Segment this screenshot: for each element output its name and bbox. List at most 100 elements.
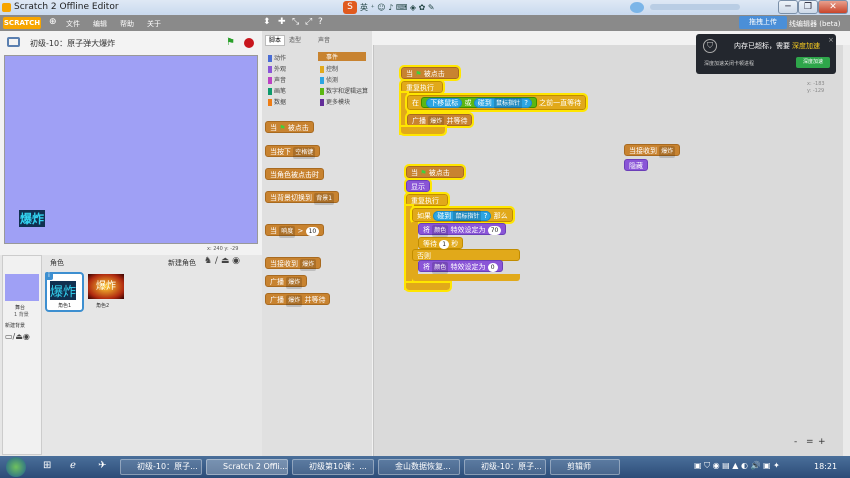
zoom-out-button[interactable]: - <box>794 437 797 447</box>
duplicate-icon[interactable]: ⬍ <box>263 17 271 27</box>
flag-icon: ⚑ <box>279 124 286 132</box>
s2-wait[interactable]: 等待 1 秒 <box>418 237 464 249</box>
upload-button[interactable]: 拖拽上传 <box>739 16 787 29</box>
block-palette: 脚本 造型 声音 动作 事件 外观 控制 声音 侦测 画笔 数字和逻辑运算 数据… <box>262 31 372 456</box>
scripts-scrollbar[interactable] <box>843 45 850 456</box>
cat-data[interactable]: 数据 <box>268 97 286 106</box>
globe-icon[interactable]: ⊕ <box>49 17 57 27</box>
task-folder[interactable]: 初级-10：原子... <box>120 459 202 475</box>
s1-when-flag-clicked[interactable]: 当 ⚑ 被点击 <box>399 65 461 81</box>
s2-show[interactable]: 显示 <box>404 178 432 194</box>
tab-sounds[interactable]: 声音 <box>318 35 330 44</box>
tray-icons[interactable]: ▣ ⛉ ◉ ▤ ▲ ◐ 🔊 ▣ ✦ <box>694 461 780 471</box>
s2-set-effect-0[interactable]: 将 颜色 特效设定为 0 <box>418 260 503 274</box>
task-ppt[interactable]: 初级第10课：... <box>292 459 374 475</box>
s1-or-block[interactable]: 下移鼠标 或 碰到 鼠标指针 ? <box>421 97 537 109</box>
sprite-bang-text[interactable]: 爆炸 <box>19 210 46 227</box>
sprites-header: 角色 <box>50 259 64 267</box>
shrink-icon[interactable]: ⤢ <box>305 17 312 27</box>
sprite-tile-1[interactable]: i 爆炸 角色1 <box>45 272 84 312</box>
cut-icon[interactable]: ✚ <box>278 17 286 27</box>
mouse-x: x: -183 <box>807 81 825 87</box>
s2-forever-end <box>404 281 452 292</box>
cat-more-blocks[interactable]: 更多模块 <box>320 97 350 106</box>
task-folder-2[interactable]: 初级-10：原子... <box>464 459 546 475</box>
flag-icon: ⚑ <box>420 169 427 177</box>
clock[interactable]: 18:21 <box>814 462 837 471</box>
s2-when-flag-clicked[interactable]: 当 ⚑ 被点击 <box>404 164 466 180</box>
close-button[interactable]: ✕ <box>818 0 848 14</box>
stage-label: 舞台 <box>15 305 26 311</box>
block-when-receive[interactable]: 当接收到 爆炸 <box>265 257 322 271</box>
s3-when-receive[interactable]: 当接收到 爆炸 <box>624 144 681 158</box>
s2-if-end <box>412 274 520 281</box>
baidu-icon[interactable] <box>630 2 644 13</box>
s3-hide[interactable]: 隐藏 <box>624 159 648 171</box>
s1-forever[interactable]: 重复执行 <box>399 79 445 95</box>
ime-toolbar[interactable]: 英 ⁺ ☺ ♪ ⌨ ◈ ✿ ✎ <box>360 2 435 13</box>
menu-file[interactable]: 文件 <box>66 19 80 29</box>
task-recovery[interactable]: 金山数据恢复... <box>378 459 460 475</box>
sogou-ime-icon[interactable]: S <box>343 1 357 14</box>
cat-control[interactable]: 控制 <box>320 64 338 73</box>
ie-icon[interactable]: ℯ <box>70 460 76 471</box>
s2-set-effect-70[interactable]: 将 颜色 特效设定为 70 <box>418 223 507 237</box>
sprite-info-icon[interactable]: i <box>45 272 53 280</box>
task-editor[interactable]: 剪辑师 <box>550 459 620 475</box>
menu-help[interactable]: 帮助 <box>120 19 134 29</box>
cat-operators[interactable]: 数字和逻辑运算 <box>320 86 368 95</box>
minimize-button[interactable]: ─ <box>778 0 798 14</box>
block-broadcast-and-wait[interactable]: 广播 爆炸 并等待 <box>265 293 331 307</box>
menu-bar: SCRATCH ⊕ 文件 编辑 帮助 关于 ⬍ ✚ ⤡ ⤢ ? 拖拽上传 线编辑… <box>0 15 850 31</box>
stop-icon[interactable] <box>244 38 254 48</box>
scripts-area[interactable]: x: -183 y: -129 当 ⚑ 被点击 重复执行 在 下移鼠标 或 碰到… <box>373 45 843 456</box>
block-when-loudness[interactable]: 当 响度 > 10 <box>265 224 325 238</box>
sprite-tile-2[interactable]: 爆炸 角色2 <box>87 272 126 312</box>
tab-costumes[interactable]: 造型 <box>289 35 301 44</box>
cat-looks[interactable]: 外观 <box>268 64 286 73</box>
help-icon[interactable]: ? <box>318 17 323 27</box>
upload-label: 拖拽上传 <box>749 18 777 26</box>
cat-sound[interactable]: 声音 <box>268 75 286 84</box>
cat-sensing[interactable]: 侦测 <box>320 75 338 84</box>
grow-icon[interactable]: ⤡ <box>292 17 299 27</box>
backdrop-tools-icons[interactable]: ▭/⏏◉ <box>5 332 30 341</box>
start-button[interactable] <box>6 457 26 477</box>
block-when-sprite-clicked[interactable]: 当角色被点击时 <box>265 168 324 180</box>
block-when-key-pressed[interactable]: 当按下 空格键 <box>265 145 321 159</box>
cat-events[interactable]: 事件 <box>318 52 366 61</box>
fullscreen-icon[interactable] <box>7 37 20 47</box>
zoom-reset-button[interactable]: = <box>806 437 814 447</box>
title-bar: Scratch 2 Offline Editor S 英 ⁺ ☺ ♪ ⌨ ◈ ✿… <box>0 0 850 15</box>
bird-icon[interactable]: ✈ <box>98 460 106 471</box>
explorer-icon[interactable]: ⊞ <box>43 460 51 471</box>
toast-link[interactable]: 深度加速 <box>792 41 820 51</box>
tab-scripts[interactable]: 脚本 <box>265 35 285 46</box>
block-when-flag-clicked[interactable]: 当 ⚑ 被点击 <box>265 121 314 133</box>
sprite-2-name: 角色2 <box>96 303 110 309</box>
new-backdrop-label: 新建背景 <box>5 323 26 329</box>
block-broadcast[interactable]: 广播 爆炸 <box>265 275 308 289</box>
stage-thumbnail[interactable] <box>5 274 39 301</box>
cat-pen[interactable]: 画笔 <box>268 86 286 95</box>
green-flag-icon[interactable]: ⚑ <box>226 37 235 48</box>
toast-accelerate-button[interactable]: 深度加速 <box>796 57 830 68</box>
zoom-in-button[interactable]: + <box>818 437 826 447</box>
menu-about[interactable]: 关于 <box>147 19 161 29</box>
toast-close-icon[interactable]: × <box>828 36 834 44</box>
stage-canvas[interactable]: 爆炸 <box>4 55 258 244</box>
block-when-backdrop-switches[interactable]: 当背景切换到 背景1 <box>265 191 340 205</box>
s1-broadcast-wait[interactable]: 广播 爆炸 并等待 <box>404 112 475 128</box>
menu-edit[interactable]: 编辑 <box>93 19 107 29</box>
new-sprite-tools-icons[interactable]: ♞ / ⏏ ◉ <box>204 256 240 266</box>
s2-if-else[interactable]: 如果 碰到 鼠标指针 ? 那么 <box>410 206 515 224</box>
project-title[interactable]: 初级-10：原子弹大爆炸 <box>30 38 115 49</box>
toast-title: 内存已超标，需要 <box>734 42 790 50</box>
maximize-button[interactable]: ❐ <box>798 0 818 14</box>
s2-forever[interactable]: 重复执行 <box>404 192 450 208</box>
toast-subtext: 深度加速关闭卡顿进程 <box>704 61 755 67</box>
task-scratch[interactable]: Scratch 2 Offli... <box>206 459 288 475</box>
s1-wait-until[interactable]: 在 下移鼠标 或 碰到 鼠标指针 ? 之前一直等待 <box>404 93 589 112</box>
new-sprite-label: 新建角色 <box>168 259 196 267</box>
cat-motion[interactable]: 动作 <box>268 53 286 62</box>
